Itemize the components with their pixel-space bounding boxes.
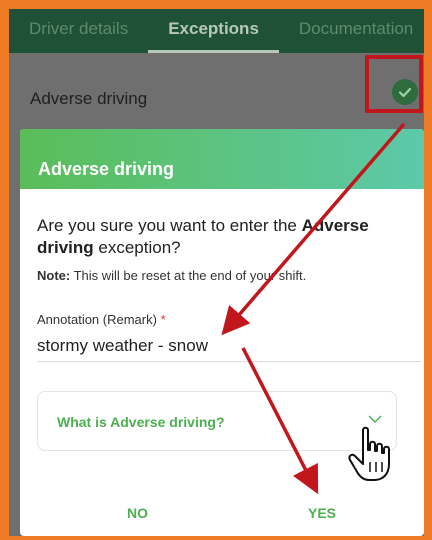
dialog-question: Are you sure you want to enter the Adver… (37, 215, 397, 259)
dialog-note: Note: This will be reset at the end of y… (37, 268, 306, 283)
hand-cursor-icon (348, 426, 390, 481)
note-text: This will be reset at the end of your sh… (70, 268, 307, 283)
annotation-label: Annotation (Remark) * (37, 312, 166, 327)
annotation-input-underline (37, 361, 421, 362)
required-marker: * (160, 312, 166, 327)
tab-exceptions[interactable]: Exceptions (148, 9, 279, 53)
dialog-header: Adverse driving (20, 129, 424, 189)
note-prefix: Note: (37, 268, 71, 283)
highlight-box (365, 55, 423, 113)
exception-row-adverse-driving[interactable]: Adverse driving (9, 53, 424, 125)
annotation-input[interactable]: stormy weather - snow (37, 336, 208, 356)
faq-label: What is Adverse driving? (57, 414, 225, 430)
annotation-label-text: Annotation (Remark) (37, 312, 157, 327)
yes-button[interactable]: YES (308, 505, 336, 521)
chevron-down-icon[interactable] (368, 414, 382, 424)
tab-documentation[interactable]: Documentation (279, 9, 424, 53)
tab-bar: Driver details Exceptions Documentation (9, 9, 424, 53)
question-prefix: Are you sure you want to enter the (37, 216, 302, 235)
exception-row-label: Adverse driving (30, 89, 148, 108)
tab-driver-details[interactable]: Driver details (9, 9, 148, 53)
question-suffix: exception? (93, 238, 181, 257)
dialog-title: Adverse driving (38, 159, 175, 179)
faq-accordion[interactable]: What is Adverse driving? (37, 391, 397, 451)
no-button[interactable]: NO (127, 505, 148, 521)
